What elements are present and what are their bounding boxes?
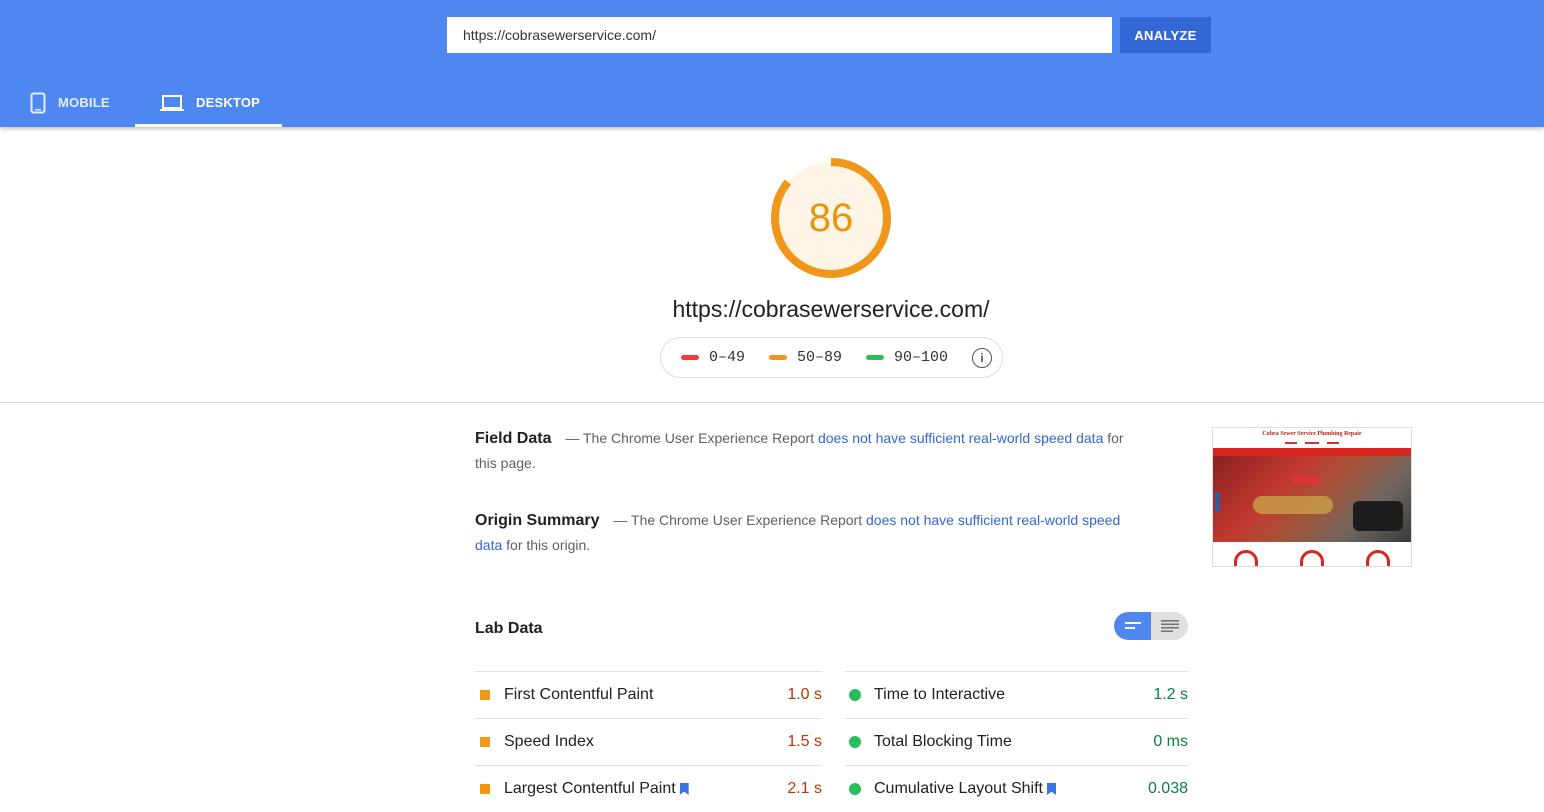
compact-view-icon xyxy=(1124,622,1141,629)
field-data-title: Field Data xyxy=(475,430,552,447)
origin-summary-pre: — The Chrome User Experience Report xyxy=(613,512,863,528)
legend-average-bar xyxy=(769,355,788,360)
metric-value: 1.2 s xyxy=(1153,686,1188,703)
performance-score: 86 xyxy=(808,195,854,240)
page-screenshot-thumbnail: Cobra Sewer Service Plumbing Repair xyxy=(1212,427,1412,567)
metric-label: Largest Contentful Paint xyxy=(504,780,676,797)
field-data-pre: — The Chrome User Experience Report xyxy=(565,430,815,446)
bookmark-icon[interactable] xyxy=(1046,783,1056,795)
thumbnail-site-title: Cobra Sewer Service Plumbing Repair xyxy=(1262,431,1362,437)
expanded-view-icon xyxy=(1160,620,1179,632)
view-toggle[interactable] xyxy=(1114,612,1188,640)
metric-row: First Contentful Paint 1.0 s xyxy=(475,671,822,718)
thumbnail-badges xyxy=(1213,542,1411,566)
analyzed-url: https://cobrasewerservice.com/ xyxy=(672,296,990,322)
laptop-icon xyxy=(160,94,184,112)
legend-fail: 0–49 xyxy=(681,349,745,366)
lab-metrics-left: First Contentful Paint 1.0 s Speed Index… xyxy=(475,671,822,812)
field-data-section: Field Data — The Chrome User Experience … xyxy=(475,426,1125,476)
lab-data-title: Lab Data xyxy=(475,620,543,637)
average-indicator-icon xyxy=(480,737,490,747)
metric-value: 2.1 s xyxy=(787,780,822,797)
metric-row: Cumulative Layout Shift 0.038 xyxy=(845,765,1188,812)
info-icon[interactable]: i xyxy=(972,348,992,368)
average-indicator-icon xyxy=(480,784,490,794)
metric-row: Total Blocking Time 0 ms xyxy=(845,718,1188,765)
metric-value: 1.5 s xyxy=(787,733,822,750)
pass-indicator-icon xyxy=(849,783,861,795)
tab-mobile-label: MOBILE xyxy=(58,95,110,110)
metric-label: Cumulative Layout Shift xyxy=(874,780,1043,797)
pass-indicator-icon xyxy=(849,689,861,701)
metric-label: Time to Interactive xyxy=(874,686,1006,703)
thumbnail-contact-strip xyxy=(1213,440,1411,446)
compact-view-toggle[interactable] xyxy=(1114,612,1151,640)
tab-desktop[interactable]: DESKTOP xyxy=(135,78,282,127)
legend-average-label: 50–89 xyxy=(797,349,843,366)
metric-label: Total Blocking Time xyxy=(874,733,1012,750)
legend-average: 50–89 xyxy=(769,349,842,366)
metric-value: 1.0 s xyxy=(787,686,822,703)
origin-summary-section: Origin Summary — The Chrome User Experie… xyxy=(475,508,1125,558)
score-legend: 0–49 50–89 90–100 i xyxy=(660,337,1003,378)
metric-row: Largest Contentful Paint 2.1 s xyxy=(475,765,822,812)
expanded-view-toggle[interactable] xyxy=(1151,612,1188,640)
origin-summary-title: Origin Summary xyxy=(475,512,600,529)
bookmark-icon[interactable] xyxy=(679,783,689,795)
metric-label: First Contentful Paint xyxy=(504,686,654,703)
average-indicator-icon xyxy=(480,690,490,700)
legend-fail-bar xyxy=(681,355,699,360)
metric-value: 0 ms xyxy=(1153,733,1188,750)
origin-summary-post: for this origin. xyxy=(506,537,591,553)
legend-pass-bar xyxy=(866,355,885,360)
legend-pass: 90–100 xyxy=(866,349,948,366)
lab-metrics-right: Time to Interactive 1.2 s Total Blocking… xyxy=(845,671,1188,812)
section-divider xyxy=(0,402,1544,403)
tab-desktop-label: DESKTOP xyxy=(196,95,261,110)
phone-icon xyxy=(30,92,46,114)
url-input[interactable] xyxy=(447,17,1112,53)
metric-label: Speed Index xyxy=(504,733,594,750)
metric-value: 0.038 xyxy=(1147,780,1188,797)
metric-row: Time to Interactive 1.2 s xyxy=(845,671,1188,718)
pass-indicator-icon xyxy=(849,736,861,748)
metric-row: Speed Index 1.5 s xyxy=(475,718,822,765)
legend-fail-label: 0–49 xyxy=(709,349,746,366)
thumbnail-hero-image xyxy=(1213,456,1411,542)
tab-mobile[interactable]: MOBILE xyxy=(0,78,135,127)
thumbnail-nav-bar xyxy=(1213,448,1411,456)
legend-pass-label: 90–100 xyxy=(894,349,949,366)
field-data-link[interactable]: does not have sufficient real-world spee… xyxy=(818,430,1103,446)
analyze-button[interactable]: ANALYZE xyxy=(1120,17,1211,53)
header-bar: ANALYZE MOBILE DESKTOP xyxy=(0,0,1544,127)
